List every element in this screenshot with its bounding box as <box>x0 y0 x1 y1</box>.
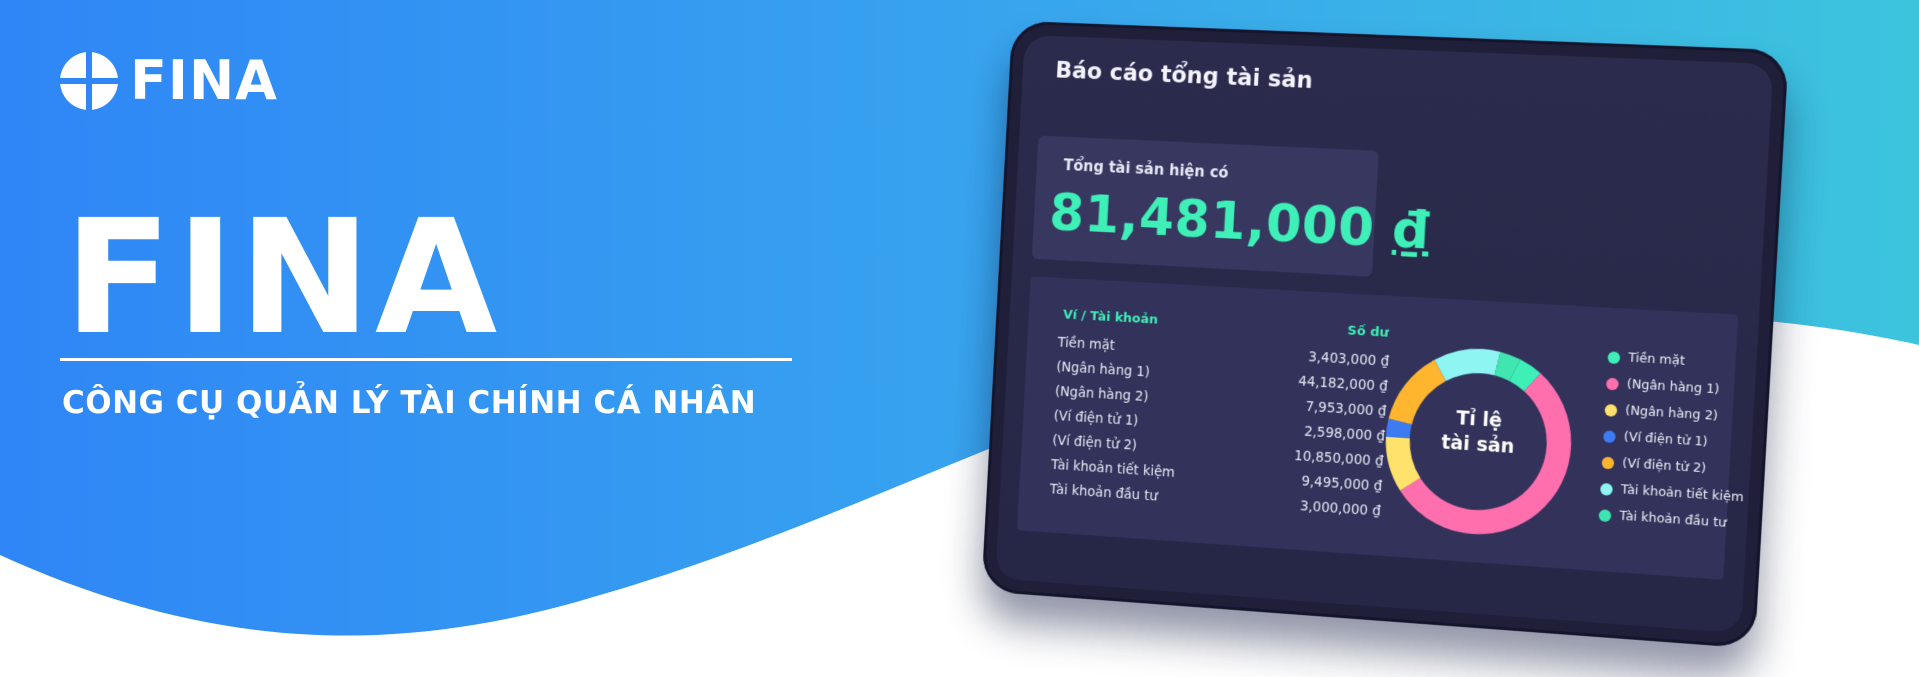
legend-dot-icon <box>1607 351 1621 365</box>
fina-logo-icon <box>58 50 120 112</box>
total-assets-label: Tổng tài sản hiện có <box>1063 156 1229 182</box>
tablet-screen: Báo cáo tổng tài sản Tổng tài sản hiện c… <box>995 34 1774 634</box>
hero-title: FINA <box>64 186 502 370</box>
report-title: Báo cáo tổng tài sản <box>1054 57 1314 94</box>
legend-dot-icon <box>1598 509 1612 523</box>
chart-legend: Tiền mặt (Ngân hàng 1) (Ngân hàng 2) (Ví đi… <box>1598 348 1744 541</box>
total-assets-value: 81,481,000 ₫ <box>1048 183 1431 261</box>
currency-symbol: ₫ <box>1391 199 1432 262</box>
account-list: Tiền mặt 3,403,000 ₫ (Ngân hàng 1) 44,182,0… <box>1031 276 1738 520</box>
total-amount: 81,481,000 <box>1047 183 1377 259</box>
column-header-balance: Số dư <box>1347 323 1390 341</box>
hero-subtitle: CÔNG CỤ QUẢN LÝ TÀI CHÍNH CÁ NHÂN <box>62 385 757 421</box>
column-header-account: Ví / Tài khoản <box>1062 307 1159 328</box>
logo-text: FINA <box>130 49 278 112</box>
legend-dot-icon <box>1604 403 1618 417</box>
legend-label: Tiền mặt <box>1627 349 1686 368</box>
total-assets-card: Tổng tài sản hiện có 81,481,000 ₫ <box>1031 135 1431 277</box>
asset-ratio-donut: Tỉ lệ tài sản <box>1372 335 1584 549</box>
hero-divider <box>60 358 792 361</box>
account-balance: 3,403,000 ₫ <box>1307 349 1390 370</box>
legend-dot-icon <box>1601 456 1615 470</box>
fina-logo[interactable]: FINA <box>58 50 278 112</box>
legend-dot-icon <box>1605 377 1619 391</box>
legend-dot-icon <box>1602 430 1616 444</box>
account-name: Tiền mặt <box>1057 334 1116 354</box>
tablet-mockup: Báo cáo tổng tài sản Tổng tài sản hiện c… <box>981 20 1789 649</box>
assets-panel: Ví / Tài khoản Số dư Tiền mặt 3,403,000 ₫… <box>1016 276 1744 580</box>
legend-dot-icon <box>1599 482 1613 496</box>
